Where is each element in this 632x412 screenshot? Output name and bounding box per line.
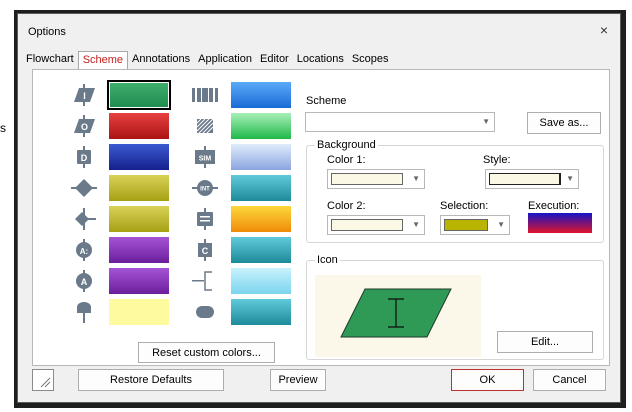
process-icon [192, 84, 218, 106]
color2-picker[interactable]: ▼ [327, 215, 425, 235]
right-color-swatch-6[interactable] [231, 237, 291, 263]
color2-label: Color 2: [327, 200, 366, 212]
scheme-label: Scheme [306, 95, 347, 107]
svg-text:I: I [83, 91, 86, 101]
left-color-swatch-2[interactable] [109, 113, 169, 139]
svg-text:D: D [81, 153, 88, 163]
background-group: Background Color 1: ▼ Style: ▼ Color 2: … [306, 139, 604, 243]
background-text-fragment: s [0, 121, 6, 135]
save-as-button[interactable]: Save as... [527, 112, 601, 134]
color2-swatch [331, 219, 403, 231]
cancel-button[interactable]: Cancel [533, 369, 606, 391]
color1-picker[interactable]: ▼ [327, 169, 425, 189]
oval-icon [192, 301, 218, 323]
style-swatch [489, 173, 561, 185]
chevron-down-icon: ▼ [482, 117, 490, 126]
dialog-title: Options [28, 26, 66, 38]
svg-text:A: A [81, 277, 88, 287]
chevron-down-icon: ▼ [412, 174, 420, 183]
left-color-swatch-6[interactable] [109, 237, 169, 263]
resize-corner-icon[interactable] [32, 369, 54, 391]
selection-swatch [444, 219, 488, 231]
striped-block-icon [192, 115, 218, 137]
color1-label: Color 1: [327, 154, 366, 166]
call-circle-icon: A [71, 270, 97, 292]
decision-arrow-icon [71, 208, 97, 230]
tab-scheme[interactable]: Scheme [77, 51, 129, 70]
scheme-select[interactable]: ▼ [305, 112, 495, 132]
edit-icon-button[interactable]: Edit... [497, 331, 593, 353]
reset-custom-colors-button[interactable]: Reset custom colors... [138, 342, 275, 363]
decision-diamond-icon [71, 177, 97, 199]
preview-button[interactable]: Preview [270, 369, 326, 391]
right-color-swatch-7[interactable] [231, 268, 291, 294]
icon-group-title: Icon [315, 254, 340, 266]
options-dialog: Options × Flowchart Scheme Annotations Appl… [17, 13, 621, 403]
left-color-swatch-4[interactable] [109, 175, 169, 201]
output-parallelogram-icon: O [71, 115, 97, 137]
style-picker[interactable]: ▼ [485, 169, 579, 189]
selection-label: Selection: [440, 200, 489, 212]
right-color-swatch-2[interactable] [231, 113, 291, 139]
int-icon: INT [192, 177, 218, 199]
left-color-swatch-5[interactable] [109, 206, 169, 232]
bracket-icon [192, 270, 218, 292]
right-color-swatch-5[interactable] [231, 206, 291, 232]
ok-button[interactable]: OK [451, 369, 524, 391]
tab-annotations[interactable]: Annotations [128, 51, 194, 69]
input-parallelogram-icon: I [71, 84, 97, 106]
svg-text:A:: A: [80, 247, 88, 256]
tab-flowchart[interactable]: Flowchart [22, 51, 78, 69]
declare-icon: D [71, 146, 97, 168]
chevron-down-icon: ▼ [412, 220, 420, 229]
execution-color-swatch[interactable] [528, 213, 592, 233]
list-icon [192, 208, 218, 230]
svg-text:SIM: SIM [199, 156, 212, 163]
style-label: Style: [483, 154, 511, 166]
scheme-tab-panel: I O D A: A SIM INT C Reset custom colors... Sch… [32, 69, 610, 366]
left-color-swatch-3[interactable] [109, 144, 169, 170]
parallelogram-preview-icon [340, 288, 452, 338]
tab-locations[interactable]: Locations [293, 51, 348, 69]
restore-defaults-button[interactable]: Restore Defaults [78, 369, 224, 391]
right-color-swatch-8[interactable] [231, 299, 291, 325]
sim-icon: SIM [192, 146, 218, 168]
chevron-down-icon: ▼ [497, 220, 505, 229]
execution-label: Execution: [528, 200, 580, 212]
terminal-icon [71, 301, 97, 323]
close-icon[interactable]: × [600, 22, 608, 38]
left-color-swatch-7[interactable] [109, 268, 169, 294]
svg-text:O: O [81, 122, 88, 132]
tab-application[interactable]: Application [194, 51, 256, 69]
tab-editor[interactable]: Editor [256, 51, 293, 69]
background-group-title: Background [315, 139, 378, 151]
right-color-swatch-4[interactable] [231, 175, 291, 201]
left-color-swatch-1[interactable] [107, 80, 171, 110]
comment-c-icon: C [192, 239, 218, 261]
assign-circle-icon: A: [71, 239, 97, 261]
left-color-swatch-8[interactable] [109, 299, 169, 325]
selection-picker[interactable]: ▼ [440, 215, 510, 235]
tab-strip: Flowchart Scheme Annotations Application Edi… [22, 51, 393, 70]
icon-preview [315, 275, 481, 357]
svg-text:INT: INT [200, 187, 210, 193]
svg-text:C: C [202, 246, 209, 256]
icon-group: Icon Edit... [306, 254, 604, 360]
right-color-swatch-1[interactable] [231, 82, 291, 108]
tab-scopes[interactable]: Scopes [348, 51, 393, 69]
color1-swatch [331, 173, 403, 185]
chevron-down-icon: ▼ [566, 174, 574, 183]
right-color-swatch-3[interactable] [231, 144, 291, 170]
